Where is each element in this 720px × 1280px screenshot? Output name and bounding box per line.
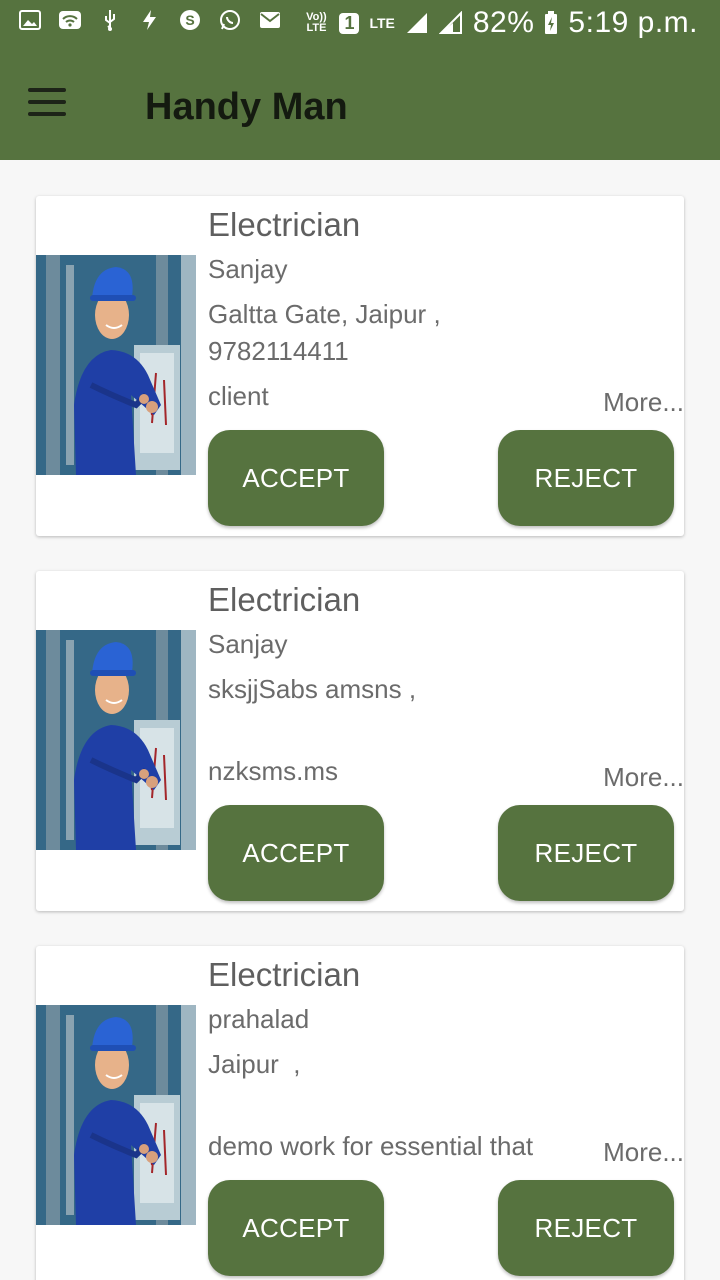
service-category: Electrician xyxy=(208,956,361,993)
wifi-icon xyxy=(58,8,82,32)
accept-button[interactable]: ACCEPT xyxy=(208,1180,384,1276)
notification-icons: S xyxy=(18,8,282,32)
mail-icon xyxy=(258,8,282,32)
service-category: Electrician xyxy=(208,581,361,618)
volte-indicator: Vo)) LTE xyxy=(306,11,327,34)
customer-address: Galtta Gate, Jaipur , xyxy=(208,299,441,329)
more-link[interactable]: More... xyxy=(603,1137,684,1168)
customer-phone: 9782114411 xyxy=(208,336,349,366)
worker-photo xyxy=(36,1005,196,1225)
battery-percent: 82% xyxy=(472,6,535,39)
request-card: Electrician Sanjay sksjjSabs amsns , nzk… xyxy=(36,571,684,911)
signal-icon xyxy=(405,11,429,35)
customer-name: prahalad xyxy=(208,1004,310,1034)
app-bar: Handy Man xyxy=(0,48,720,160)
customer-name: Sanjay xyxy=(208,629,288,659)
request-description: nzksms.ms xyxy=(208,756,338,786)
app-title: Handy Man xyxy=(145,86,348,128)
request-description: client xyxy=(208,381,269,411)
battery-charging-icon xyxy=(544,11,558,35)
service-category: Electrician xyxy=(208,206,361,243)
clock: 5:19 p.m. xyxy=(568,6,698,39)
accept-button[interactable]: ACCEPT xyxy=(208,805,384,901)
customer-address: Jaipur , xyxy=(208,1049,301,1079)
reject-button[interactable]: REJECT xyxy=(498,805,674,901)
system-status: Vo)) LTE 1 LTE 82% 5:19 p.m. xyxy=(303,6,698,40)
customer-address: sksjjSabs amsns , xyxy=(208,674,417,704)
request-card: Electrician Sanjay Galtta Gate, Jaipur ,… xyxy=(36,196,684,536)
signal-icon-2 xyxy=(438,11,463,35)
hamburger-menu-icon[interactable] xyxy=(28,88,68,118)
reject-button[interactable]: REJECT xyxy=(498,1180,674,1276)
request-description: demo work for essential that xyxy=(208,1131,534,1161)
flash-icon xyxy=(138,8,162,32)
more-link[interactable]: More... xyxy=(603,387,684,418)
network-type: LTE xyxy=(369,15,395,31)
reject-button[interactable]: REJECT xyxy=(498,430,674,526)
more-link[interactable]: More... xyxy=(603,762,684,793)
accept-button[interactable]: ACCEPT xyxy=(208,430,384,526)
gallery-icon xyxy=(18,8,42,32)
skype-icon: S xyxy=(178,8,202,32)
whatsapp-icon xyxy=(218,8,242,32)
status-bar: S Vo)) LTE 1 LTE 82% 5:19 p.m. xyxy=(0,0,720,48)
request-card: Electrician prahalad Jaipur , demo work … xyxy=(36,946,684,1280)
usb-icon xyxy=(98,8,122,32)
worker-photo xyxy=(36,255,196,475)
sim-indicator: 1 xyxy=(339,12,360,34)
worker-photo xyxy=(36,630,196,850)
svg-text:S: S xyxy=(185,12,194,28)
customer-name: Sanjay xyxy=(208,254,288,284)
